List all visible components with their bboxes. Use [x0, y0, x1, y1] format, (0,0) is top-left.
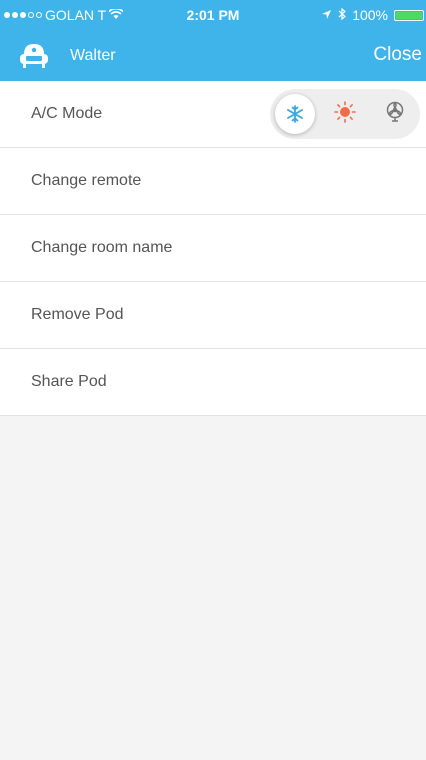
remove-pod-label: Remove Pod	[31, 306, 124, 323]
change-remote-row[interactable]: Change remote	[0, 148, 426, 215]
ac-mode-label: A/C Mode	[31, 105, 103, 122]
sun-icon	[334, 100, 356, 128]
settings-menu: A/C Mode Change remote Change room name …	[0, 81, 426, 416]
sofa-icon	[18, 40, 50, 72]
fan-mode-button[interactable]	[370, 89, 420, 139]
battery-percent: 100%	[352, 7, 388, 23]
battery-icon	[394, 9, 424, 21]
location-arrow-icon	[321, 7, 332, 23]
ac-mode-row: A/C Mode	[0, 81, 426, 148]
bluetooth-icon	[338, 7, 347, 23]
heat-mode-button[interactable]	[320, 89, 370, 139]
nav-bar: Walter Close	[0, 30, 426, 81]
remove-pod-row[interactable]: Remove Pod	[0, 282, 426, 349]
close-button[interactable]: Close	[373, 44, 422, 66]
share-pod-label: Share Pod	[31, 373, 107, 390]
ac-mode-toggle	[270, 89, 420, 139]
status-bar: GOLAN T 2:01 PM 100%	[0, 0, 426, 30]
status-indicators: 100%	[321, 7, 424, 23]
room-title: Walter	[70, 47, 116, 64]
snowflake-icon	[275, 94, 315, 134]
share-pod-row[interactable]: Share Pod	[0, 349, 426, 416]
change-room-name-row[interactable]: Change room name	[0, 215, 426, 282]
change-remote-label: Change remote	[31, 172, 142, 189]
change-room-name-label: Change room name	[31, 239, 173, 256]
fan-icon	[385, 101, 405, 128]
cool-mode-button[interactable]	[270, 89, 320, 139]
